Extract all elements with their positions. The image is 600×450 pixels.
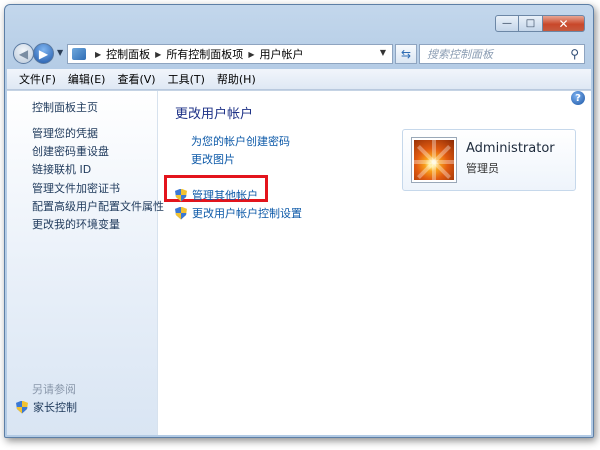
see-also-heading: 另请参阅 [32,383,76,396]
refresh-button[interactable]: ⇆ [395,44,417,64]
control-panel-icon [72,48,86,60]
menu-edit[interactable]: 编辑(E) [62,71,112,87]
page-title: 更改用户帐户 [175,107,254,122]
manage-other-accounts-link[interactable]: 管理其他帐户 [175,187,258,203]
sidebar-link-online-id[interactable]: 链接联机 ID [32,161,91,177]
caption-buttons: — □ ✕ [495,15,585,33]
address-dropdown-icon[interactable]: ▼ [380,48,386,57]
forward-button[interactable]: ▶ [33,43,54,64]
sidebar-environment-variables[interactable]: 更改我的环境变量 [32,216,120,232]
menu-help[interactable]: 帮助(H) [211,71,262,87]
recent-pages-dropdown[interactable]: ▼ [57,48,63,57]
navigation-bar: ◀ ▶ ▼ ▶ 控制面板 ▶ 所有控制面板项 ▶ 用户帐户 ▼ ⇆ ⚲ [11,41,587,67]
arrow-right-icon: ▶ [38,46,49,61]
breadcrumb-control-panel[interactable]: 控制面板 [106,46,150,62]
menu-view[interactable]: 查看(V) [111,71,161,87]
create-password-link[interactable]: 为您的帐户创建密码 [191,133,290,149]
sidebar-parental-controls[interactable]: 家长控制 [16,399,77,415]
breadcrumb: ▶ 控制面板 ▶ 所有控制面板项 ▶ 用户帐户 [72,46,303,62]
parental-controls-label[interactable]: 家长控制 [33,399,77,415]
chevron-right-icon[interactable]: ▶ [95,50,101,59]
manage-other-accounts-label[interactable]: 管理其他帐户 [192,187,258,203]
search-icon[interactable]: ⚲ [570,47,579,61]
uac-shield-icon [16,400,28,414]
uac-settings-label[interactable]: 更改用户帐户控制设置 [192,205,302,221]
refresh-icon: ⇆ [400,47,412,61]
help-icon[interactable]: ? [571,91,585,105]
sidebar-advanced-profile[interactable]: 配置高级用户配置文件属性 [32,198,164,214]
address-bar[interactable]: ▶ 控制面板 ▶ 所有控制面板项 ▶ 用户帐户 ▼ [67,44,393,64]
content-area: 控制面板主页 管理您的凭据 创建密码重设盘 链接联机 ID 管理文件加密证书 配… [7,90,591,435]
menu-file[interactable]: 文件(F) [13,71,62,87]
main-pane: ? 更改用户帐户 为您的帐户创建密码 更改图片 管理其他帐户 更改用户帐户控制设… [158,91,591,435]
sidebar-password-reset-disk[interactable]: 创建密码重设盘 [32,143,109,159]
sidebar-control-panel-home[interactable]: 控制面板主页 [32,99,98,115]
account-role: 管理员 [466,162,499,175]
task-pane: 控制面板主页 管理您的凭据 创建密码重设盘 链接联机 ID 管理文件加密证书 配… [7,91,164,435]
chevron-right-icon[interactable]: ▶ [155,50,161,59]
sidebar-manage-credentials[interactable]: 管理您的凭据 [32,125,98,141]
avatar [411,137,457,183]
chevron-right-icon[interactable]: ▶ [248,50,254,59]
account-name: Administrator [466,141,555,156]
minimize-button[interactable]: — [495,15,519,32]
maximize-button[interactable]: □ [519,15,543,32]
menu-bar: 文件(F) 编辑(E) 查看(V) 工具(T) 帮助(H) [7,69,591,90]
back-button[interactable]: ◀ [13,43,34,64]
explorer-window: — □ ✕ ◀ ▶ ▼ ▶ 控制面板 ▶ 所有控制面板项 ▶ 用户帐户 ▼ ⇆ … [4,4,594,438]
search-input[interactable] [425,46,569,62]
breadcrumb-all-items[interactable]: 所有控制面板项 [166,46,243,62]
breadcrumb-user-accounts[interactable]: 用户帐户 [259,46,303,62]
close-button[interactable]: ✕ [543,15,585,32]
change-picture-link[interactable]: 更改图片 [191,151,235,167]
arrow-left-icon: ◀ [18,46,29,61]
menu-tools[interactable]: 工具(T) [162,71,211,87]
uac-shield-icon [175,206,187,220]
uac-shield-icon [175,188,187,202]
sidebar-encryption-certificates[interactable]: 管理文件加密证书 [32,180,120,196]
search-box[interactable]: ⚲ [419,44,585,64]
uac-settings-link[interactable]: 更改用户帐户控制设置 [175,205,302,221]
account-card: Administrator 管理员 [402,129,576,191]
